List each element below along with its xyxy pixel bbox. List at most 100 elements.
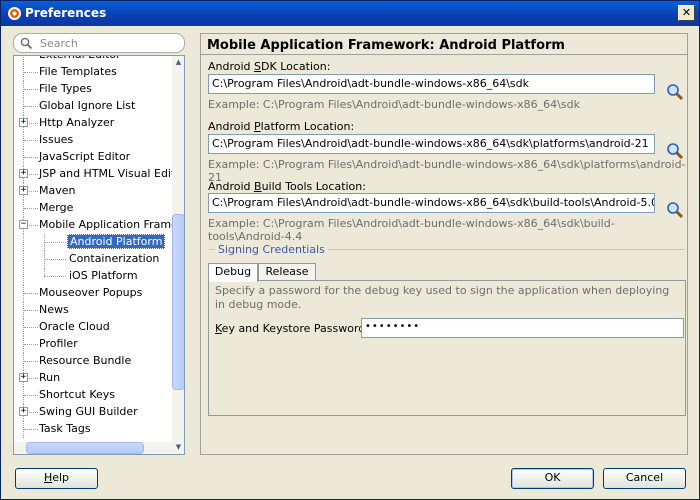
tree-item[interactable]: Global Ignore List (16, 98, 172, 115)
tree-item[interactable]: + Run (16, 370, 172, 387)
tree-item[interactable]: Profiler (16, 336, 172, 353)
search-input[interactable]: Search (13, 33, 185, 53)
signing-credentials-title: Signing Credentials (215, 243, 328, 256)
tree-item[interactable]: Shortcut Keys (16, 387, 172, 404)
tree-item[interactable]: + JSP and HTML Visual Editor (16, 166, 184, 183)
build-tools-location-field[interactable]: C:\Program Files\Android\adt-bundle-wind… (208, 193, 655, 213)
tree-item[interactable]: iOS Platform (16, 268, 172, 285)
window-title: Preferences (25, 6, 107, 20)
cancel-button[interactable]: Cancel (603, 468, 686, 489)
tree-item-label: Oracle Cloud (39, 320, 110, 333)
tree-item[interactable]: Mouseover Popups (16, 285, 172, 302)
tree-guide-line (24, 89, 38, 90)
tree-item[interactable]: + Http Analyzer (16, 115, 172, 132)
tree-guide-line (24, 106, 38, 107)
tree-item[interactable]: News (16, 302, 172, 319)
tree-item-label: File Types (39, 82, 92, 95)
password-label: Key and Keystore Password: (215, 322, 369, 335)
tab-release[interactable]: Release (258, 263, 316, 281)
tree-item[interactable]: File Templates (16, 64, 172, 81)
tab-debug[interactable]: Debug (208, 263, 258, 282)
tree-item[interactable]: JavaScript Editor (16, 149, 172, 166)
tree-item-label: Merge (39, 201, 74, 214)
tree-guide-line (24, 140, 38, 141)
tree-item-label: Maven (39, 184, 76, 197)
close-button[interactable]: ✕ (678, 5, 695, 21)
tree-item-label: News (39, 303, 69, 316)
settings-page: Mobile Application Framework: Android Pl… (200, 33, 688, 455)
browse-sdk-icon[interactable] (666, 83, 684, 101)
tree-horizontal-scrollbar[interactable] (14, 442, 172, 454)
tree-item[interactable]: Resource Bundle (16, 353, 172, 370)
tree-guide-line (24, 344, 38, 345)
tree-item[interactable]: Task Tags (16, 421, 172, 438)
title-bar: Preferences ✕ (1, 1, 699, 26)
build-tools-location-label: Android Build Tools Location: (208, 180, 366, 193)
page-title: Mobile Application Framework: Android Pl… (207, 38, 565, 53)
tree-item-label: JavaScript Editor (39, 150, 131, 163)
tree-guide-line (24, 327, 38, 328)
expand-icon[interactable]: + (19, 118, 28, 127)
tree-item-label: Mouseover Popups (39, 286, 143, 299)
expand-icon[interactable]: + (19, 407, 28, 416)
tree-guide-line (24, 293, 38, 294)
navigation-pane: Search External Editor File Templates File… (13, 33, 185, 455)
close-icon: ✕ (681, 6, 692, 19)
tree-guide-line (44, 268, 45, 276)
tree-guide-line (44, 259, 66, 260)
tree-item[interactable]: Oracle Cloud (16, 319, 172, 336)
debug-tab-panel: Specify a password for the debug key use… (208, 280, 686, 416)
expand-icon[interactable]: + (19, 186, 28, 195)
browse-platform-icon[interactable] (666, 142, 684, 160)
tree-item[interactable]: − Mobile Application Framewo (16, 217, 184, 234)
tree-guide-line (24, 429, 38, 430)
platform-location-field[interactable]: C:\Program Files\Android\adt-bundle-wind… (208, 134, 655, 154)
tree-item[interactable]: File Types (16, 81, 172, 98)
search-placeholder: Search (40, 37, 78, 50)
sdk-example-text: Example: C:\Program Files\Android\adt-bu… (208, 98, 580, 111)
keystore-password-field[interactable]: •••••••• (361, 318, 684, 338)
tree-vertical-scrollbar[interactable]: ▲ ▼ (172, 56, 184, 454)
hscroll-thumb[interactable] (26, 442, 144, 454)
expand-icon[interactable]: + (19, 373, 28, 382)
tree-item-label: Android Platform (67, 234, 166, 249)
collapse-icon[interactable]: − (19, 220, 28, 229)
tree-item-label: iOS Platform (69, 269, 138, 282)
tree-item[interactable]: Android Platform (16, 234, 172, 251)
tree-item-label: Swing GUI Builder (39, 405, 138, 418)
tree-item[interactable]: Issues (16, 132, 172, 149)
sdk-location-label: Android SDK Location: (208, 60, 331, 73)
tree-item[interactable]: Containerization (16, 251, 172, 268)
tree-item-label: Resource Bundle (39, 354, 132, 367)
tree-item-label: Profiler (39, 337, 78, 350)
scroll-thumb[interactable] (172, 214, 184, 390)
preferences-tree[interactable]: External Editor File Templates File Types G… (13, 55, 185, 455)
tree-guide-line (23, 234, 24, 251)
tree-item[interactable]: External Editor (16, 55, 172, 64)
ok-button[interactable]: OK (511, 468, 594, 489)
search-icon (20, 37, 33, 50)
tree-item[interactable]: + Maven (16, 183, 172, 200)
tree-guide-line (23, 268, 24, 285)
tree-guide-line (23, 56, 24, 64)
tree-item-label: Task Tags (39, 422, 91, 435)
preferences-dialog: Preferences ✕ Search External Editor File… (0, 0, 700, 500)
tree-item-label: Issues (39, 133, 74, 146)
platform-location-label: Android Platform Location: (208, 120, 355, 133)
scroll-down-icon[interactable]: ▼ (172, 441, 184, 454)
tree-item[interactable]: Merge (16, 200, 172, 217)
tree-guide-line (24, 208, 38, 209)
scroll-up-icon[interactable]: ▲ (172, 56, 184, 69)
tree-item[interactable]: + Swing GUI Builder (16, 404, 172, 421)
browse-build-tools-icon[interactable] (666, 201, 684, 219)
title-divider (201, 54, 687, 55)
tree-guide-line (24, 310, 38, 311)
tree-item-label: Run (39, 371, 61, 384)
tree-guide-line (24, 55, 38, 56)
tree-item-label: Http Analyzer (39, 116, 115, 129)
sdk-location-field[interactable]: C:\Program Files\Android\adt-bundle-wind… (208, 74, 655, 94)
tree-guide-line (44, 276, 66, 277)
tree-item-label: JSP and HTML Visual Editor (39, 167, 185, 180)
expand-icon[interactable]: + (19, 169, 28, 178)
help-button[interactable]: Help (15, 468, 98, 489)
